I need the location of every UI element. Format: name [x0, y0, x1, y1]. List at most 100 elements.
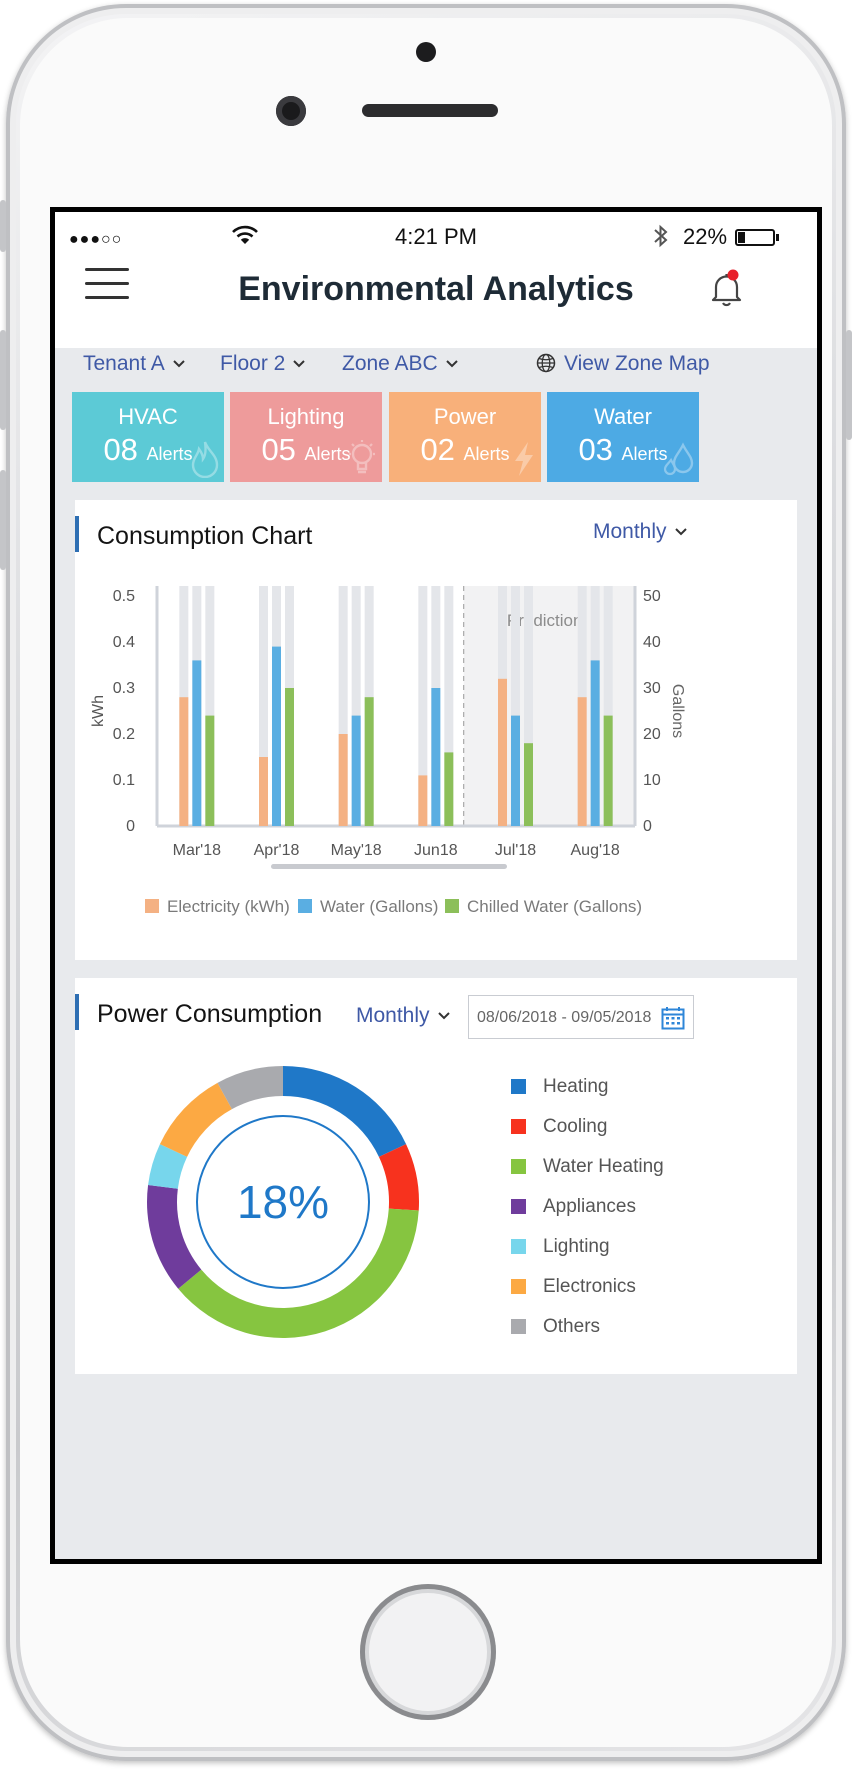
alert-card-name: Lighting: [267, 404, 345, 429]
earpiece-speaker: [362, 104, 498, 117]
legend-swatch: [511, 1239, 526, 1254]
volume-down-button: [0, 470, 6, 570]
legend-chilled-water: Chilled Water (Gallons): [445, 897, 642, 917]
period-label: Monthly: [593, 520, 667, 543]
alert-card-power[interactable]: Power 02 Alerts: [389, 392, 541, 482]
x-tick-label: Aug'18: [571, 842, 620, 859]
flame-icon: [191, 441, 219, 478]
power-period-dropdown[interactable]: Monthly: [356, 1004, 450, 1028]
consumption-period-dropdown[interactable]: Monthly: [593, 520, 687, 544]
legend-swatch: [511, 1199, 526, 1214]
x-tick-label: Jul'18: [495, 842, 536, 859]
alert-card-water[interactable]: Water 03 Alerts: [547, 392, 699, 482]
alert-card-hvac[interactable]: HVAC 08 Alerts: [72, 392, 224, 482]
bar: [192, 660, 202, 826]
consumption-chart-title: Consumption Chart: [97, 522, 313, 550]
app-screen: ●●●○○ 4:21 PM 22% Environmental Analytic…: [50, 207, 822, 1564]
legend-label: Water (Gallons): [320, 897, 439, 916]
donut-slice-cooling: [378, 1144, 419, 1211]
chevron-down-icon: [674, 528, 687, 536]
y-axis-label: kWh: [90, 695, 107, 727]
bar: [338, 734, 348, 826]
floor-label: Floor 2: [220, 352, 286, 375]
globe-icon: [536, 353, 556, 373]
tenant-dropdown[interactable]: Tenant A: [83, 352, 185, 376]
y-tick-label: 0: [126, 818, 135, 835]
proximity-sensor: [416, 42, 436, 62]
donut-slice-electronics: [159, 1082, 232, 1157]
volume-up-button: [0, 330, 6, 430]
power-consumption-title: Power Consumption: [97, 1000, 323, 1028]
zone-dropdown[interactable]: Zone ABC: [342, 352, 458, 376]
bluetooth-icon: [654, 224, 668, 248]
legend-label: Lighting: [543, 1236, 610, 1257]
legend-swatch: [511, 1079, 526, 1094]
bar: [590, 660, 600, 826]
alert-card-name: HVAC: [118, 404, 178, 429]
bar: [603, 715, 613, 826]
y-right-tick-label: 30: [643, 680, 661, 697]
alert-card-name: Power: [433, 404, 497, 429]
y-right-tick-label: 20: [643, 726, 661, 743]
alert-card-lighting[interactable]: Lighting 05 Alerts: [230, 392, 382, 482]
chart-scrollbar[interactable]: [271, 864, 507, 869]
home-button[interactable]: [360, 1584, 496, 1720]
consumption-chart-panel: Consumption Chart Monthly Prediction 0 0.1…: [75, 500, 797, 960]
donut-center-value: 18%: [237, 1176, 329, 1228]
bar: [577, 697, 587, 826]
legend-label: Cooling: [543, 1116, 608, 1137]
battery-tip: [776, 234, 779, 241]
legend-label: Others: [543, 1316, 601, 1337]
bar: [351, 715, 361, 826]
y-tick-label: 0.1: [113, 772, 135, 789]
period-label: Monthly: [356, 1004, 430, 1027]
legend-swatch: [511, 1159, 526, 1174]
bar: [179, 697, 189, 826]
front-camera: [276, 96, 306, 126]
x-tick-label: May'18: [331, 842, 382, 859]
consumption-bar-chart: Prediction00.10.20.30.40.501020304050kWh…: [90, 586, 686, 859]
status-bar: ●●●○○ 4:21 PM 22%: [55, 212, 817, 262]
legend-label: Chilled Water (Gallons): [467, 897, 643, 916]
legend-label: Appliances: [543, 1196, 636, 1217]
bell-icon[interactable]: [705, 266, 749, 310]
notification-badge: [727, 269, 739, 281]
y-right-tick-label: 10: [643, 772, 661, 789]
view-zone-map-link[interactable]: View Zone Map: [536, 352, 710, 376]
legend-swatch: [445, 899, 459, 913]
legend-label: Electricity (kWh): [167, 897, 290, 916]
legend-swatch: [511, 1279, 526, 1294]
donut-slice-appliances: [147, 1184, 202, 1289]
chevron-down-icon: [437, 1012, 450, 1020]
legend-swatch: [511, 1119, 526, 1134]
bar: [524, 743, 533, 826]
water-drop-icon: [663, 442, 694, 476]
panel-accent-bar: [75, 994, 79, 1030]
battery-icon: [735, 229, 775, 246]
y-tick-label: 0.5: [113, 588, 135, 605]
tenant-label: Tenant A: [83, 352, 165, 375]
bar: [272, 646, 281, 826]
power-button: [846, 330, 852, 440]
mute-switch: [0, 200, 6, 252]
bulb-icon: [349, 440, 375, 474]
chevron-down-icon: [173, 360, 185, 368]
y-right-tick-label: 0: [643, 818, 652, 835]
y-tick-label: 0.3: [113, 680, 135, 697]
bar: [285, 688, 294, 826]
alert-card-name: Water: [594, 404, 652, 429]
bar: [205, 715, 215, 826]
x-tick-label: Jun18: [414, 842, 458, 859]
floor-dropdown[interactable]: Floor 2: [220, 352, 306, 376]
battery-level-fill: [738, 232, 746, 243]
bar: [431, 688, 441, 826]
y-right-tick-label: 40: [643, 634, 661, 651]
battery-percent: 22%: [683, 224, 728, 249]
y-tick-label: 0.2: [113, 726, 135, 743]
date-range-text: 08/06/2018 - 09/05/2018: [477, 1009, 652, 1026]
legend-swatch: [511, 1319, 526, 1334]
date-range-picker[interactable]: 08/06/2018 - 09/05/2018: [468, 995, 694, 1039]
page-title: Environmental Analytics: [238, 270, 634, 308]
bar: [364, 697, 374, 826]
chevron-down-icon: [293, 360, 306, 368]
